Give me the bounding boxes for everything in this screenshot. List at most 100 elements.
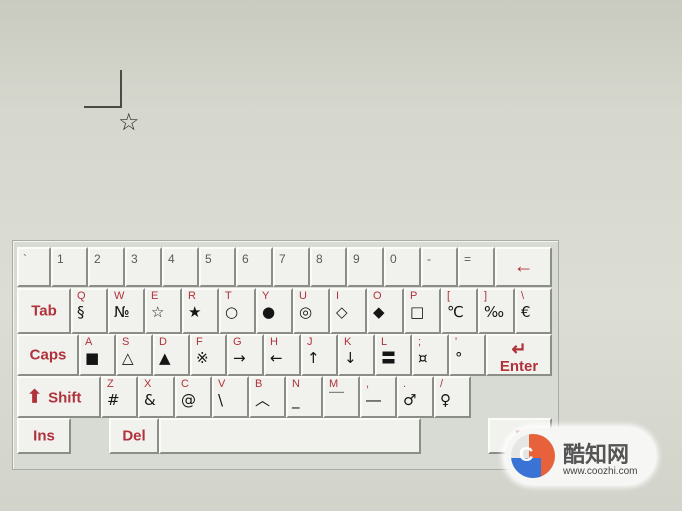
caps-key[interactable]: Caps: [17, 334, 79, 376]
key-symbol: №: [114, 303, 130, 321]
key-w[interactable]: W №: [108, 288, 145, 334]
key-a[interactable]: A ■: [79, 334, 116, 376]
watermark-url: www.coozhi.com: [563, 466, 638, 477]
key-letter: V: [218, 378, 226, 390]
key-minus[interactable]: -: [421, 247, 458, 287]
key-equals[interactable]: =: [458, 247, 495, 287]
key-symbol: □: [410, 303, 425, 321]
key-label: 8: [316, 252, 323, 266]
key-letter: R: [188, 290, 196, 302]
key-1[interactable]: 1: [51, 247, 88, 287]
backspace-key[interactable]: ←: [495, 247, 552, 287]
key-left-bracket[interactable]: [℃: [441, 288, 478, 334]
key-symbol: °: [455, 349, 463, 367]
key-right-bracket[interactable]: ] ‰: [478, 288, 515, 334]
key-label: 2: [94, 252, 101, 266]
key-z[interactable]: Z #: [101, 376, 138, 418]
key-letter: G: [233, 336, 242, 348]
key-letter: D: [159, 336, 167, 348]
shift-key[interactable]: ⬆ Shift: [17, 376, 101, 418]
key-m[interactable]: M ￣: [323, 376, 360, 418]
key-o[interactable]: O ◆: [367, 288, 404, 334]
key-semicolon[interactable]: ; ¤: [412, 334, 449, 376]
key-3[interactable]: 3: [125, 247, 162, 287]
ins-key[interactable]: Ins: [17, 418, 71, 454]
key-q[interactable]: Q §: [71, 288, 108, 334]
key-slash[interactable]: / ♀: [434, 376, 471, 418]
key-symbol: &: [144, 391, 156, 409]
key-symbol: \: [218, 391, 224, 409]
key-letter: O: [373, 290, 382, 302]
key-i[interactable]: I ◇: [330, 288, 367, 334]
key-symbol: ←: [270, 349, 283, 367]
document-corner-mark: [84, 70, 122, 108]
key-e[interactable]: E ☆: [145, 288, 182, 334]
soft-keyboard: ` 1 2 3 4 5 6 7 8 9 0 - = ← Tab Q § W № E ☆…: [12, 240, 559, 470]
key-letter: A: [85, 336, 93, 348]
key-backslash[interactable]: \ €: [515, 288, 552, 334]
key-symbol: ◇: [336, 303, 348, 321]
key-symbol: ♂: [403, 391, 417, 409]
caps-key-label: Caps: [29, 346, 67, 364]
key-quote[interactable]: ' °: [449, 334, 486, 376]
key-letter: U: [299, 290, 307, 302]
key-2[interactable]: 2: [88, 247, 125, 287]
space-key[interactable]: [159, 418, 421, 454]
key-y[interactable]: Y ●: [256, 288, 293, 334]
key-symbol: @: [181, 391, 196, 409]
enter-key[interactable]: ↵ Enter: [486, 334, 552, 376]
key-letter: [: [447, 290, 451, 302]
key-r[interactable]: R ★: [182, 288, 219, 334]
key-label: 3: [131, 252, 138, 266]
tab-key[interactable]: Tab: [17, 288, 71, 334]
key-p[interactable]: P □: [404, 288, 441, 334]
key-v[interactable]: V \: [212, 376, 249, 418]
key-symbol: ☆: [151, 303, 165, 321]
key-n[interactable]: N _: [286, 376, 323, 418]
key-k[interactable]: K ↓: [338, 334, 375, 376]
key-t[interactable]: T ○: [219, 288, 256, 334]
key-x[interactable]: X &: [138, 376, 175, 418]
shift-key-content: ⬆ Shift: [27, 387, 81, 408]
key-period[interactable]: . ♂: [397, 376, 434, 418]
key-backtick[interactable]: `: [17, 247, 51, 287]
key-symbol: _: [292, 391, 300, 409]
key-letter: H: [270, 336, 278, 348]
key-b[interactable]: B ︿: [249, 376, 286, 418]
del-key[interactable]: Del: [109, 418, 159, 454]
key-g[interactable]: G →: [227, 334, 264, 376]
key-u[interactable]: U ◎: [293, 288, 330, 334]
key-j[interactable]: J ↑: [301, 334, 338, 376]
key-letter: S: [122, 336, 130, 348]
key-8[interactable]: 8: [310, 247, 347, 287]
key-label: 1: [57, 252, 64, 266]
key-7[interactable]: 7: [273, 247, 310, 287]
key-symbol: ↑: [307, 349, 320, 367]
key-5[interactable]: 5: [199, 247, 236, 287]
key-0[interactable]: 0: [384, 247, 421, 287]
key-symbol: ‰: [484, 303, 505, 321]
key-l[interactable]: L 〓: [375, 334, 412, 376]
key-letter: M: [329, 378, 339, 390]
key-h[interactable]: H ←: [264, 334, 301, 376]
key-symbol: ▲: [159, 349, 171, 367]
key-comma[interactable]: , ―: [360, 376, 397, 418]
shift-arrow-icon: ⬆: [27, 386, 43, 407]
key-symbol: ¤: [418, 349, 428, 367]
key-d[interactable]: D ▲: [153, 334, 190, 376]
key-4[interactable]: 4: [162, 247, 199, 287]
key-letter: J: [307, 336, 313, 348]
key-letter: ]: [484, 290, 488, 302]
key-c[interactable]: C @: [175, 376, 212, 418]
key-symbol: ―: [366, 391, 381, 409]
key-f[interactable]: F ※: [190, 334, 227, 376]
key-letter: E: [151, 290, 159, 302]
site-watermark: C 酷知网 www.coozhi.com: [505, 428, 655, 484]
key-label: 6: [242, 252, 249, 266]
key-9[interactable]: 9: [347, 247, 384, 287]
key-letter: P: [410, 290, 418, 302]
key-letter: Q: [77, 290, 86, 302]
key-letter: C: [181, 378, 189, 390]
key-s[interactable]: S △: [116, 334, 153, 376]
key-6[interactable]: 6: [236, 247, 273, 287]
